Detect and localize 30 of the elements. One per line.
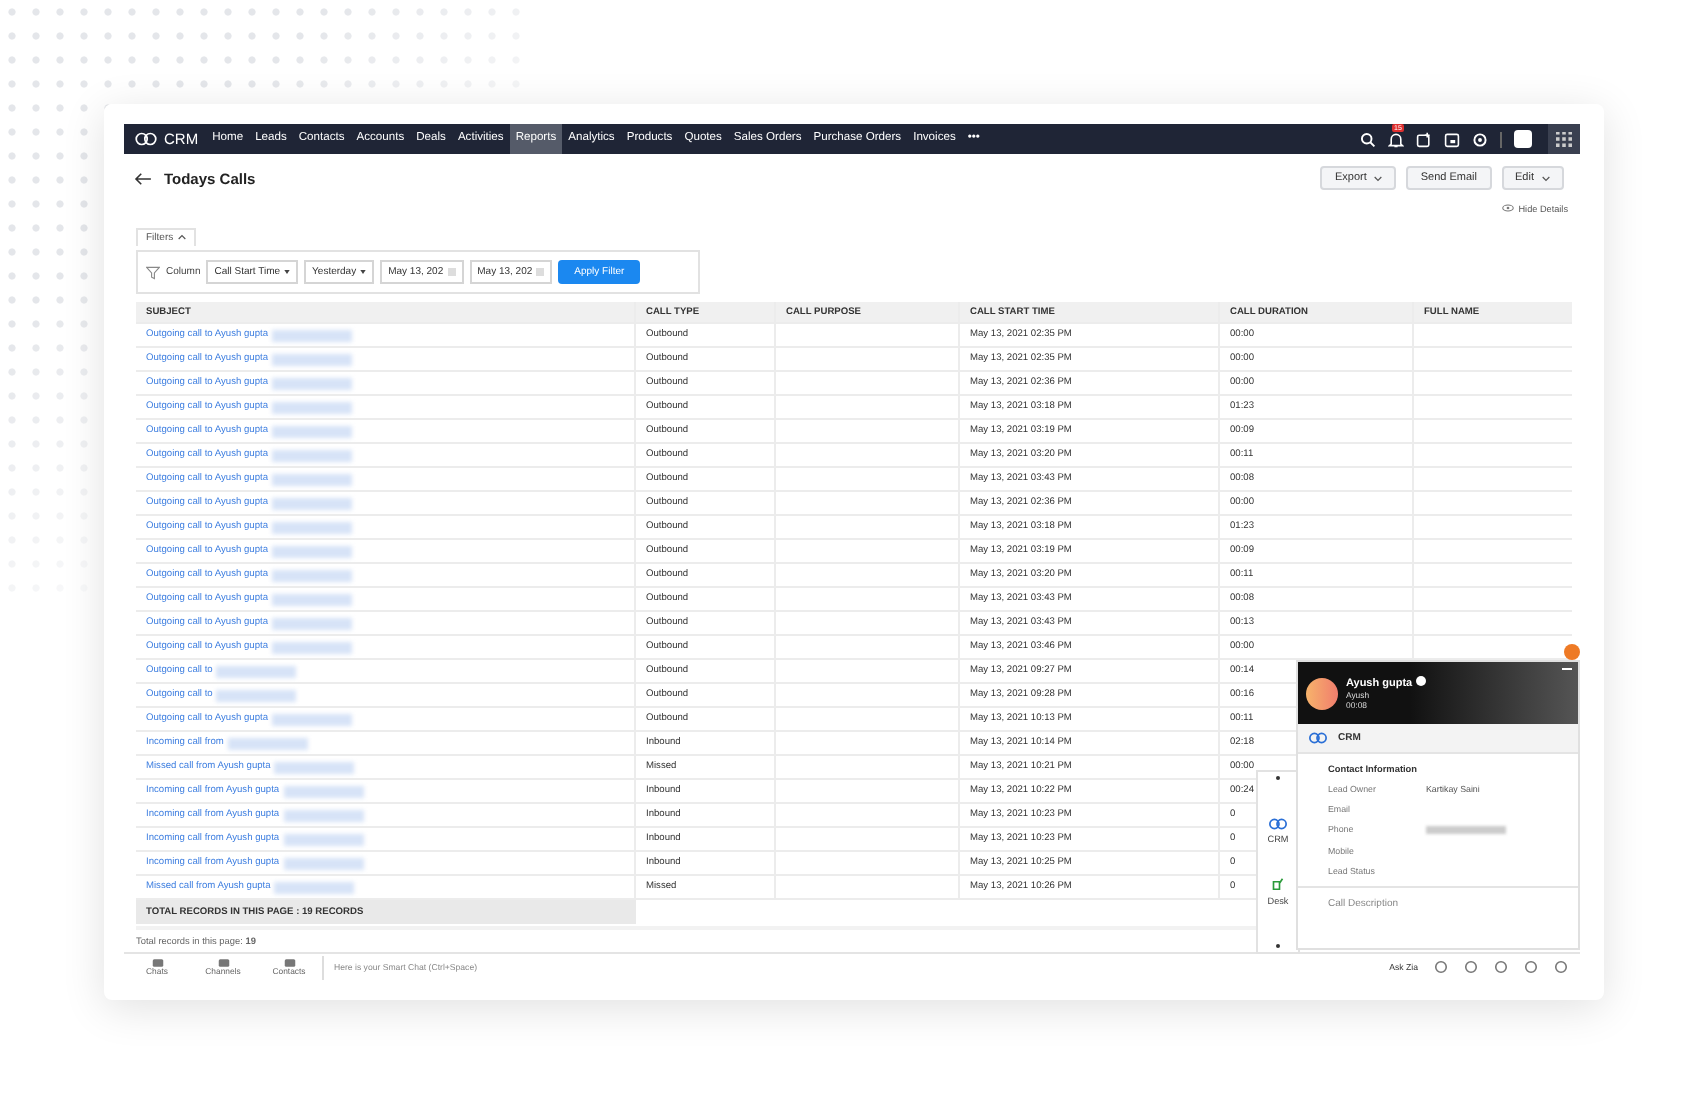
profile-avatar[interactable] bbox=[1514, 130, 1532, 148]
settings-icon[interactable] bbox=[1472, 131, 1488, 147]
bottom-bar-icon[interactable] bbox=[151, 957, 163, 968]
search-icon[interactable] bbox=[1360, 131, 1376, 147]
dropdown-arrow-icon bbox=[284, 270, 291, 274]
logo-icon bbox=[134, 132, 158, 146]
bottom-tool-icon[interactable] bbox=[1554, 960, 1568, 974]
chat-bubble-icon[interactable] bbox=[1416, 676, 1427, 686]
bottom-bar-icon[interactable] bbox=[217, 957, 229, 968]
desk-icon[interactable] bbox=[1272, 876, 1284, 893]
bottom-tool-icon[interactable] bbox=[1494, 960, 1508, 974]
apps-grid-icon[interactable] bbox=[1548, 124, 1580, 154]
back-arrow-icon[interactable] bbox=[134, 171, 152, 185]
add-icon[interactable] bbox=[1416, 131, 1432, 147]
bottom-bar-icon[interactable] bbox=[283, 957, 295, 968]
bell-icon[interactable] bbox=[1388, 131, 1404, 147]
bottom-tool-icon[interactable] bbox=[1524, 960, 1538, 974]
scroll-up-icon[interactable] bbox=[1276, 776, 1280, 780]
calendar-icon[interactable] bbox=[1444, 131, 1460, 147]
logo-icon bbox=[1308, 732, 1328, 744]
eye-icon bbox=[1502, 204, 1515, 212]
logo-icon[interactable] bbox=[1268, 817, 1288, 830]
chevron-up-icon[interactable] bbox=[177, 234, 186, 240]
contact-avatar bbox=[1306, 677, 1338, 709]
bottom-tool-icon[interactable] bbox=[1434, 960, 1448, 974]
scroll-down-icon[interactable] bbox=[1276, 943, 1280, 948]
status-indicator bbox=[1564, 644, 1580, 660]
bottom-tool-icon[interactable] bbox=[1464, 960, 1478, 974]
filter-icon bbox=[146, 265, 160, 279]
dropdown-arrow-icon bbox=[360, 270, 367, 274]
